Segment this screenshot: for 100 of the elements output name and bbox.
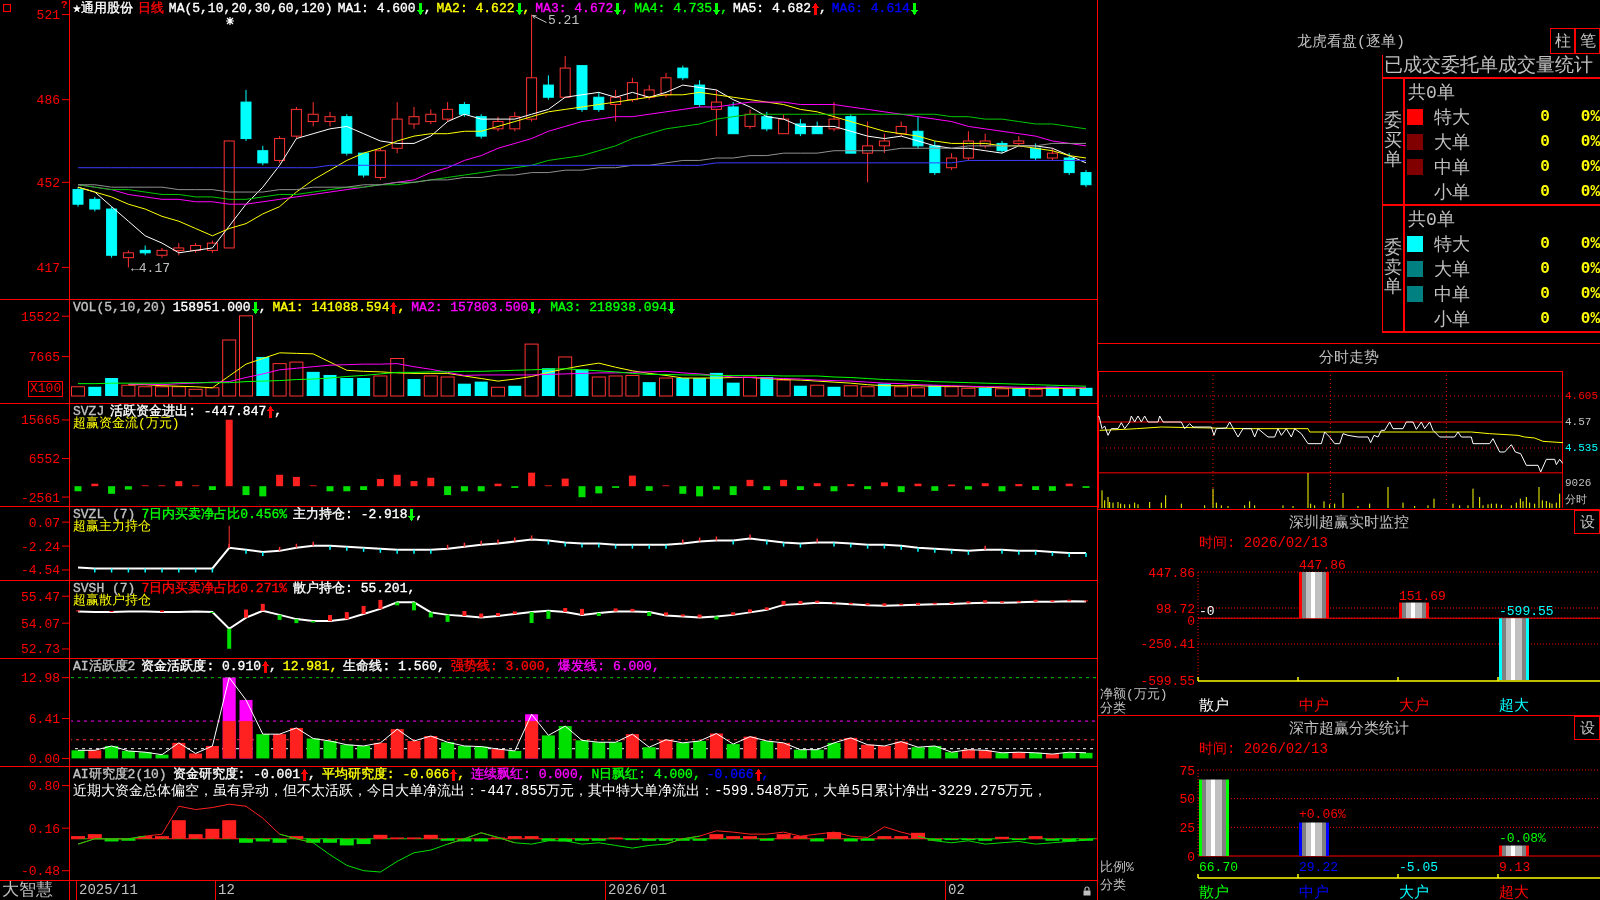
axis-label: 6.41 (28, 712, 60, 728)
legend-separator: , (258, 300, 267, 315)
candlestick (72, 186, 84, 208)
mode-button[interactable]: 笔 (1575, 28, 1600, 54)
legend-separator: , (692, 767, 701, 782)
legend-separator: , (274, 404, 283, 419)
bar (978, 387, 992, 397)
mode-button[interactable]: 柱 (1550, 28, 1575, 54)
legend-separator: , (577, 767, 586, 782)
axis-tick-label: 50 (1179, 792, 1195, 808)
bar (746, 479, 754, 487)
bar (981, 483, 989, 487)
bar (911, 387, 925, 397)
bar (427, 477, 435, 487)
legend-separator: , (720, 1, 728, 16)
legend-text: MA2: 157803.500 (411, 300, 529, 315)
order-size-label: 大单 (1434, 131, 1471, 154)
axis-label: 0.16 (28, 821, 60, 837)
bar (289, 727, 303, 759)
legend-separator: , (423, 1, 432, 16)
legend-separator: , (761, 767, 770, 782)
bar (780, 479, 788, 487)
bar (424, 736, 438, 759)
bar (71, 750, 85, 759)
value-label: -599.55 (1499, 604, 1554, 620)
axis-label: 486 (36, 93, 60, 109)
bar (575, 369, 589, 397)
category-label: 大户 (1399, 885, 1429, 900)
candlestick (442, 101, 454, 123)
legend-text: MA1: 141088.594 (272, 300, 390, 315)
bar (105, 378, 119, 397)
bar (239, 721, 253, 759)
bar (810, 749, 824, 759)
candlestick (307, 101, 319, 127)
legend-separator: , (457, 767, 466, 782)
bar (578, 486, 586, 498)
settings-button[interactable]: 设 (1574, 716, 1600, 740)
bar (793, 749, 807, 759)
bar (457, 383, 471, 397)
bar (575, 740, 589, 759)
legend-separator: , (819, 1, 827, 16)
axis-label: 54.07 (21, 616, 60, 632)
bar (625, 374, 640, 397)
category-label: 大户 (1399, 698, 1429, 715)
bar (595, 486, 603, 494)
legend-text: 资金活跃度: 0.910 (141, 659, 261, 674)
legend-text: ★通用股份 (73, 1, 133, 16)
bar (188, 388, 203, 397)
date-label: 2026/01 (605, 881, 667, 900)
order-count: 0 (1539, 284, 1551, 303)
bar (608, 375, 623, 397)
bar (289, 361, 304, 397)
axis-label: 521 (36, 8, 60, 24)
order-percent: 0% (1579, 284, 1600, 303)
bar (763, 486, 771, 491)
bar (827, 742, 841, 759)
bar (259, 486, 267, 497)
bar (1028, 388, 1043, 397)
candlestick (542, 74, 554, 101)
bar (88, 386, 102, 397)
settings-button[interactable]: 设 (1574, 510, 1600, 534)
bar (357, 745, 371, 759)
legend-text: 平均研究度: -0.066 (321, 767, 450, 782)
panel-title: 龙虎看盘(逐单) (1297, 32, 1405, 51)
bar (712, 486, 720, 490)
candlestick (878, 133, 890, 154)
legend-separator: , (269, 659, 277, 674)
bar (474, 746, 488, 759)
bar (508, 750, 522, 759)
bar (830, 486, 838, 492)
bar (124, 486, 132, 490)
candlestick (761, 111, 773, 132)
order-percent: 0% (1579, 107, 1600, 126)
legend-separator: , (621, 1, 630, 16)
axis-tick-label: 0 (1187, 849, 1195, 865)
bar (945, 752, 959, 759)
bar (407, 379, 421, 397)
legend-separator: , (397, 300, 406, 315)
bar (272, 363, 287, 397)
unit-label: 分时 (1565, 494, 1587, 506)
bar (189, 753, 203, 759)
bar (390, 729, 404, 759)
category-label: 散户 (1199, 698, 1229, 715)
candlestick (324, 111, 336, 127)
value-label: 151.69 (1399, 588, 1446, 604)
candlestick (862, 121, 874, 183)
axis-label: 0.80 (28, 779, 60, 795)
bar (709, 834, 724, 839)
bar (860, 386, 875, 397)
order-percent: 0% (1579, 157, 1600, 176)
bar (659, 739, 673, 759)
legend-text: MA(5,10,20,30,60,120) (168, 1, 333, 16)
bar (175, 481, 183, 487)
bar (71, 386, 85, 397)
order-size-label: 小单 (1434, 181, 1471, 204)
bar (373, 834, 388, 839)
bar (880, 482, 888, 487)
bar (995, 388, 1009, 397)
bar (222, 339, 237, 397)
bar (205, 745, 219, 759)
